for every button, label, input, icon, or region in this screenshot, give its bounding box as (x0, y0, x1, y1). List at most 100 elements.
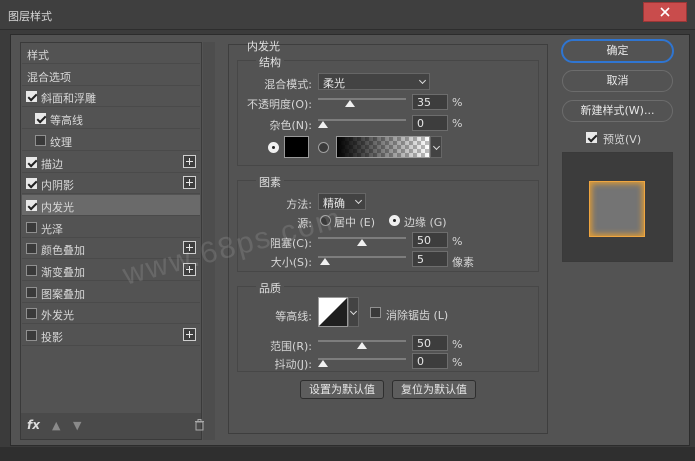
preview-checkbox[interactable] (586, 132, 597, 143)
size-unit: 像素 (452, 256, 474, 269)
style-item[interactable]: 光泽 (22, 217, 200, 238)
blend-mode-select[interactable]: 柔光 (318, 73, 430, 90)
add-effect-icon[interactable] (183, 328, 196, 342)
contour-label: 等高线: (275, 310, 312, 323)
gradient-radio[interactable] (318, 142, 329, 153)
choke-unit: % (452, 235, 463, 248)
style-item[interactable]: 内发光 (22, 194, 200, 216)
style-item-label: 等高线 (50, 114, 83, 128)
ok-button[interactable]: 确定 (562, 40, 673, 62)
style-item[interactable]: 描边 (22, 152, 200, 173)
blend-mode-label: 混合模式: (264, 78, 312, 91)
jitter-label: 抖动(J): (274, 358, 312, 371)
size-slider[interactable] (318, 256, 406, 266)
close-icon (660, 7, 670, 17)
add-effect-icon[interactable] (183, 176, 196, 190)
style-item-checkbox[interactable] (26, 221, 37, 233)
fx-button[interactable]: fx (27, 418, 40, 432)
noise-input[interactable]: 0 (412, 115, 448, 131)
style-item[interactable]: 投影 (22, 325, 200, 347)
anti-alias-checkbox[interactable] (370, 307, 381, 318)
set-default-button[interactable]: 设置为默认值 (300, 380, 384, 399)
opacity-slider-thumb[interactable] (345, 100, 356, 107)
range-slider-thumb[interactable] (357, 342, 367, 349)
choke-slider[interactable] (318, 237, 406, 247)
opacity-slider-track (318, 98, 406, 100)
jitter-input[interactable]: 0 (412, 353, 448, 369)
chevron-down-icon (354, 196, 363, 205)
style-item-checkbox[interactable] (35, 113, 46, 125)
move-up-icon[interactable]: ▲ (52, 419, 60, 432)
style-item-label: 斜面和浮雕 (41, 92, 96, 106)
style-item-checkbox[interactable] (26, 199, 37, 211)
jitter-slider-track (318, 358, 406, 360)
color-radio[interactable] (268, 142, 279, 153)
range-label: 范围(R): (270, 340, 312, 353)
noise-slider[interactable] (318, 119, 406, 129)
preview-label[interactable]: 预览(V) (603, 131, 641, 147)
choke-value: 50 (417, 234, 431, 247)
style-item-checkbox[interactable] (35, 134, 46, 146)
source-edge-label[interactable]: 边缘 (G) (404, 214, 447, 230)
style-item-checkbox[interactable] (26, 156, 37, 168)
style-item-label: 投影 (41, 331, 63, 345)
style-item-label: 纹理 (50, 135, 72, 149)
noise-slider-thumb[interactable] (318, 121, 328, 128)
style-item[interactable]: 等高线 (22, 108, 200, 130)
jitter-value: 0 (417, 355, 424, 368)
jitter-slider[interactable] (318, 358, 406, 368)
style-item-checkbox[interactable] (26, 91, 37, 103)
style-item[interactable]: 内阴影 (22, 173, 200, 195)
size-slider-thumb[interactable] (319, 258, 330, 265)
style-item-checkbox[interactable] (26, 243, 37, 255)
range-slider[interactable] (318, 340, 406, 350)
jitter-slider-thumb[interactable] (318, 360, 328, 367)
gradient-dropdown[interactable] (430, 136, 442, 158)
glow-color-swatch[interactable] (284, 136, 309, 158)
style-item-checkbox[interactable] (26, 330, 37, 342)
style-item[interactable]: 外发光 (22, 303, 200, 325)
style-item-label: 渐变叠加 (41, 266, 85, 279)
close-button[interactable] (643, 2, 687, 22)
style-item[interactable]: 样式 (22, 43, 200, 64)
trash-icon[interactable] (194, 419, 205, 434)
style-item[interactable]: 图案叠加 (22, 282, 200, 303)
cancel-button[interactable]: 取消 (562, 70, 673, 92)
noise-label: 杂色(N): (269, 119, 312, 132)
style-item-label: 内发光 (41, 200, 74, 214)
noise-unit: % (452, 117, 463, 130)
source-edge-radio[interactable] (389, 215, 400, 226)
style-item-label: 颜色叠加 (41, 244, 85, 258)
opacity-input[interactable]: 35 (412, 94, 448, 110)
size-input[interactable]: 5 (412, 251, 448, 267)
style-item[interactable]: 斜面和浮雕 (22, 86, 200, 108)
style-item-checkbox[interactable] (26, 286, 37, 298)
opacity-unit: % (452, 96, 463, 109)
style-item-label: 混合选项 (27, 70, 71, 84)
reset-default-button[interactable]: 复位为默认值 (392, 380, 476, 399)
style-item-label: 光泽 (41, 222, 63, 236)
style-item-label: 外发光 (41, 309, 74, 323)
gradient-swatch[interactable] (336, 136, 430, 158)
contour-dropdown[interactable] (348, 297, 359, 327)
style-item-checkbox[interactable] (26, 178, 37, 190)
new-style-button[interactable]: 新建样式(W)... (562, 100, 673, 122)
choke-slider-thumb[interactable] (357, 239, 367, 246)
range-input[interactable]: 50 (412, 335, 448, 351)
size-slider-track (318, 256, 406, 258)
anti-alias-label[interactable]: 消除锯齿 (L) (386, 307, 448, 323)
title-bar: 图层样式 (0, 0, 695, 30)
opacity-slider[interactable] (318, 98, 406, 108)
noise-slider-track (318, 119, 406, 121)
style-item[interactable]: 纹理 (22, 130, 200, 151)
chevron-down-icon (432, 142, 441, 151)
chevron-down-icon (418, 76, 427, 85)
add-effect-icon[interactable] (183, 154, 196, 168)
choke-input[interactable]: 50 (412, 232, 448, 248)
style-item-label: 图案叠加 (41, 287, 85, 301)
style-item-checkbox[interactable] (26, 308, 37, 320)
move-down-icon[interactable]: ▼ (73, 419, 81, 432)
contour-preview[interactable] (318, 297, 348, 327)
style-item[interactable]: 混合选项 (22, 65, 200, 86)
style-item-checkbox[interactable] (26, 265, 37, 276)
